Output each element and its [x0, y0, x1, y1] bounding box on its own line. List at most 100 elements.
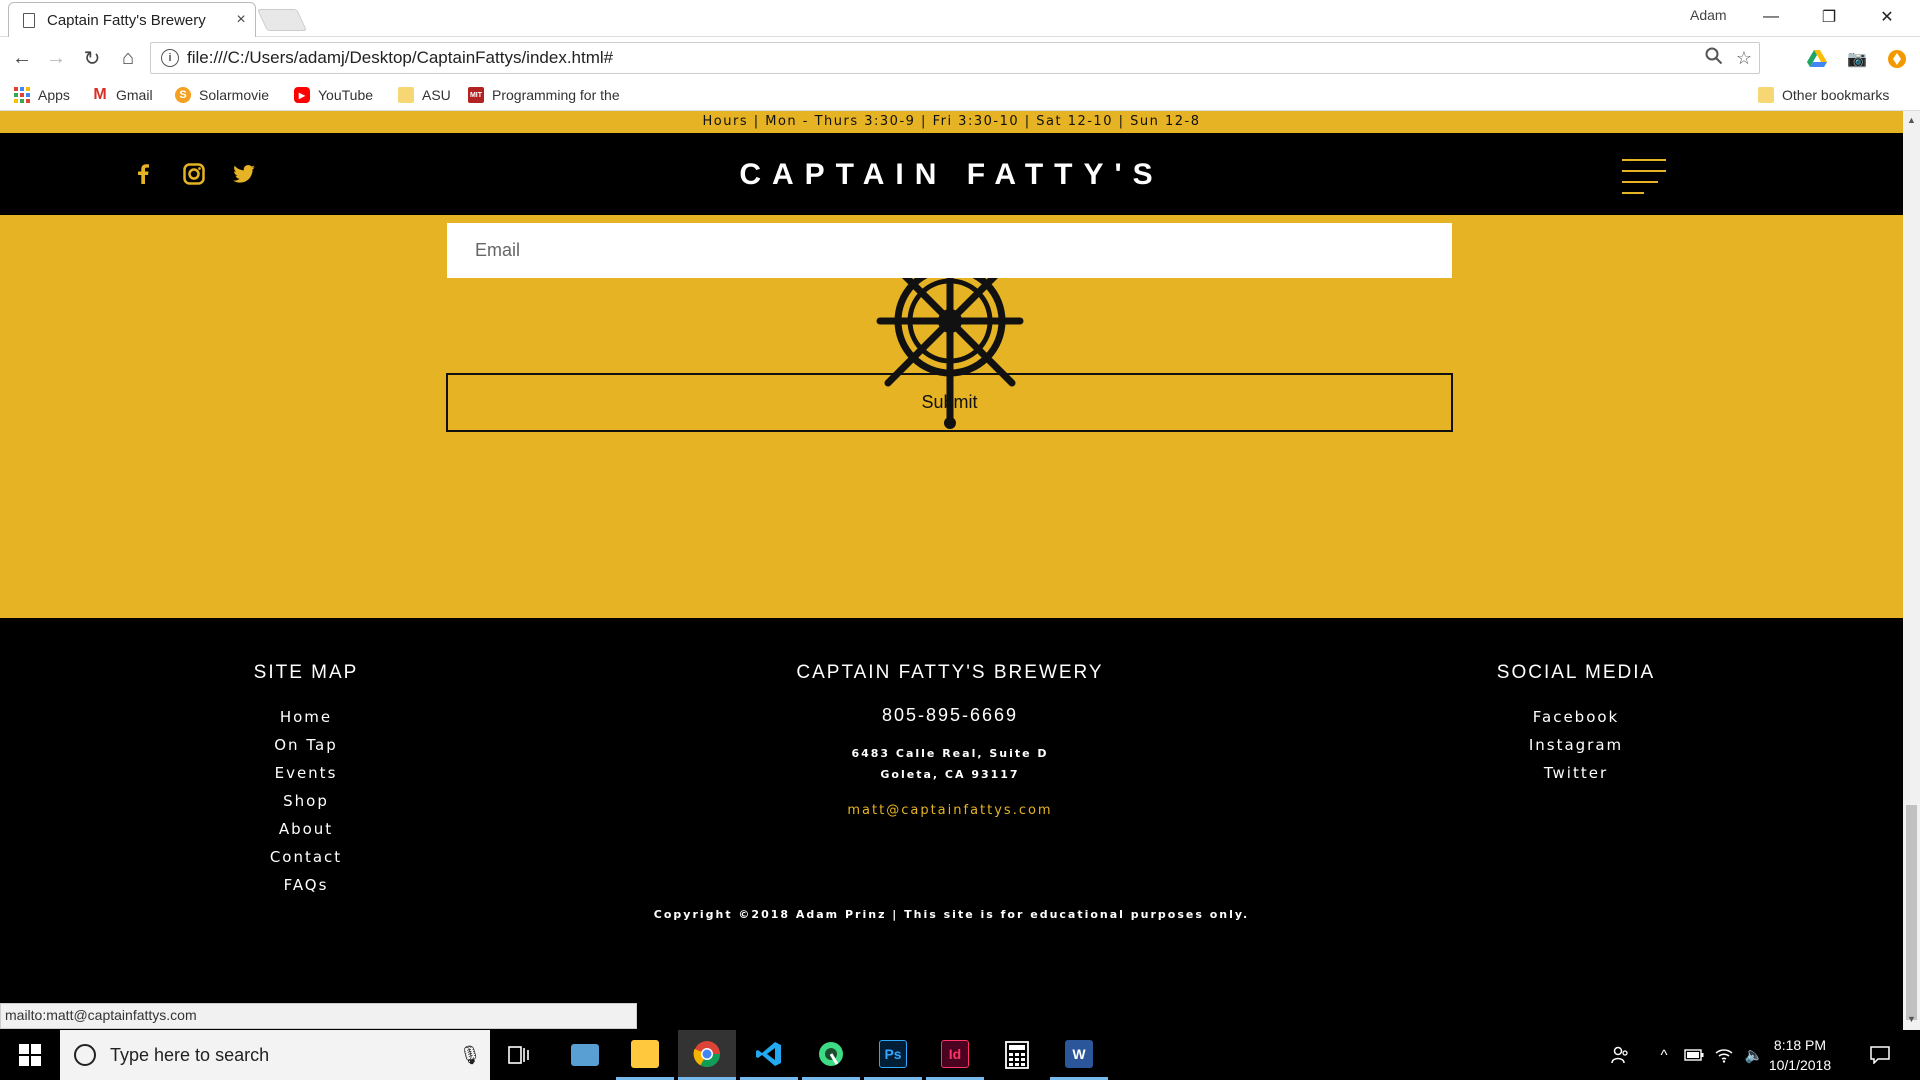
menu-hamburger-icon[interactable]: [1622, 159, 1666, 194]
bookmark-label: ASU: [422, 87, 451, 103]
extension-orange-icon[interactable]: [1885, 47, 1909, 71]
zoom-icon[interactable]: [1699, 47, 1729, 70]
address-line-2: Goleta, CA 93117: [880, 768, 1020, 781]
scroll-down-icon[interactable]: ▼: [1903, 1014, 1920, 1024]
sitemap-link-about[interactable]: About: [106, 815, 506, 843]
photoshop-icon: Ps: [879, 1039, 907, 1068]
social-link-twitter[interactable]: Twitter: [1376, 759, 1776, 787]
bookmark-label: Programming for the: [492, 87, 620, 103]
browser-tab-active[interactable]: Captain Fatty's Brewery ×: [8, 2, 256, 37]
action-center-icon[interactable]: [1866, 1042, 1894, 1068]
microphone-icon[interactable]: 🎙: [450, 1045, 490, 1066]
show-hidden-icons-icon[interactable]: ^: [1650, 1042, 1678, 1068]
bookmarks-bar: [0, 79, 1920, 111]
forward-icon[interactable]: →: [42, 44, 70, 72]
bookmark-youtube[interactable]: ▶ YouTube: [294, 84, 373, 106]
sitemap-link-shop[interactable]: Shop: [106, 787, 506, 815]
email-field[interactable]: [447, 223, 1452, 278]
scroll-up-icon[interactable]: ▲: [1903, 115, 1920, 125]
monitor-icon: [571, 1044, 599, 1066]
tab-title: Captain Fatty's Brewery: [47, 11, 206, 29]
address-url[interactable]: file:///C:/Users/adamj/Desktop/CaptainFa…: [187, 48, 1699, 68]
taskbar-app-indesign[interactable]: Id: [926, 1030, 984, 1080]
sitemap-link-events[interactable]: Events: [106, 759, 506, 787]
taskbar-app-android-studio[interactable]: [802, 1030, 860, 1080]
battery-icon[interactable]: [1680, 1042, 1708, 1068]
sitemap-link-faqs[interactable]: FAQs: [106, 871, 506, 899]
windows-taskbar: Type here to search 🎙 Ps Id W ^ 🔈 8:18 P…: [0, 1030, 1920, 1080]
taskbar-app-word[interactable]: W: [1050, 1030, 1108, 1080]
social-list: Facebook Instagram Twitter: [1376, 703, 1776, 787]
copyright-text: Copyright ©2018 Adam Prinz | This site i…: [653, 908, 1250, 921]
home-icon[interactable]: ⌂: [114, 44, 142, 72]
address-line-1: 6483 Calle Real, Suite D: [851, 747, 1049, 760]
page-scrollbar[interactable]: ▲ ▼: [1903, 111, 1920, 1030]
bookmark-label: Gmail: [116, 87, 153, 103]
people-icon[interactable]: [1606, 1042, 1634, 1068]
calculator-icon: [1005, 1041, 1029, 1069]
bookmark-solarmovie[interactable]: S Solarmovie: [175, 84, 269, 106]
sitemap-list: Home On Tap Events Shop About Contact FA…: [106, 703, 506, 899]
bookmark-programming[interactable]: MIT Programming for the: [468, 84, 620, 106]
social-link-instagram[interactable]: Instagram: [1376, 731, 1776, 759]
taskbar-search[interactable]: Type here to search 🎙: [60, 1030, 490, 1080]
taskbar-app-monitor[interactable]: [556, 1030, 614, 1080]
google-drive-icon[interactable]: [1805, 47, 1829, 71]
bookmark-label: Other bookmarks: [1782, 87, 1890, 103]
taskbar-search-placeholder[interactable]: Type here to search: [110, 1045, 450, 1066]
restore-button[interactable]: ❐: [1800, 0, 1858, 34]
bookmark-label: YouTube: [318, 87, 374, 103]
sitemap-link-home[interactable]: Home: [106, 703, 506, 731]
taskbar-app-photoshop[interactable]: Ps: [864, 1030, 922, 1080]
page-icon: [23, 12, 35, 28]
word-icon: W: [1065, 1039, 1093, 1068]
reload-icon[interactable]: ↻: [78, 44, 106, 72]
site-header: CAPTAIN FATTY'S: [0, 133, 1903, 215]
sitemap-link-contact[interactable]: Contact: [106, 843, 506, 871]
bookmark-apps[interactable]: Apps: [14, 84, 70, 106]
back-icon[interactable]: ←: [8, 44, 36, 72]
solarmovie-icon: S: [175, 87, 191, 103]
social-link-facebook[interactable]: Facebook: [1376, 703, 1776, 731]
phone-number[interactable]: 805-895-6669: [700, 705, 1200, 726]
file-explorer-icon: [631, 1039, 659, 1068]
sitemap-title: SITE MAP: [253, 662, 359, 683]
site-icon: MIT: [468, 87, 484, 103]
taskbar-app-calculator[interactable]: [988, 1030, 1046, 1080]
taskbar-app-chrome[interactable]: [678, 1030, 736, 1080]
site-footer: SITE MAP Home On Tap Events Shop About C…: [0, 618, 1903, 1030]
cortana-icon: [74, 1044, 96, 1066]
wifi-icon[interactable]: [1710, 1042, 1738, 1068]
link-status-bubble: mailto:matt@captainfattys.com: [0, 1003, 637, 1029]
chrome-icon: [693, 1040, 721, 1067]
brewery-title: CAPTAIN FATTY'S BREWERY: [796, 662, 1104, 683]
youtube-icon: ▶: [294, 87, 310, 103]
task-view-icon[interactable]: [490, 1030, 548, 1080]
bookmark-asu[interactable]: ASU: [398, 84, 451, 106]
close-window-button[interactable]: ✕: [1858, 0, 1916, 34]
system-clock[interactable]: 8:18 PM 10/1/2018: [1755, 1035, 1845, 1075]
folder-icon: [1758, 87, 1774, 103]
bookmark-other[interactable]: Other bookmarks: [1758, 84, 1889, 106]
taskbar-app-vscode[interactable]: [740, 1030, 798, 1080]
bookmark-star-icon[interactable]: ☆: [1729, 48, 1759, 69]
taskbar-app-file-explorer[interactable]: [616, 1030, 674, 1080]
site-info-icon[interactable]: i: [161, 49, 179, 67]
clock-time: 8:18 PM: [1773, 1037, 1827, 1053]
minimize-button[interactable]: —: [1742, 0, 1800, 34]
camera-extension-icon[interactable]: 📷: [1845, 47, 1869, 71]
scrollbar-thumb[interactable]: [1906, 805, 1917, 1020]
folder-icon: [398, 87, 414, 103]
clock-date: 10/1/2018: [1768, 1057, 1832, 1073]
bookmark-gmail[interactable]: M Gmail: [92, 84, 153, 106]
site-logo-text[interactable]: CAPTAIN FATTY'S: [0, 158, 1903, 192]
email-link[interactable]: matt@captainfattys.com: [700, 803, 1200, 818]
address-bar[interactable]: i file:///C:/Users/adamj/Desktop/Captain…: [150, 42, 1760, 74]
submit-button[interactable]: Submit: [446, 373, 1453, 432]
tab-close-button[interactable]: ×: [227, 11, 255, 29]
social-title: SOCIAL MEDIA: [1496, 662, 1656, 683]
windows-start-icon[interactable]: [0, 1030, 60, 1080]
profile-name[interactable]: Adam: [1690, 7, 1727, 23]
indesign-icon: Id: [941, 1039, 969, 1068]
sitemap-link-on-tap[interactable]: On Tap: [106, 731, 506, 759]
